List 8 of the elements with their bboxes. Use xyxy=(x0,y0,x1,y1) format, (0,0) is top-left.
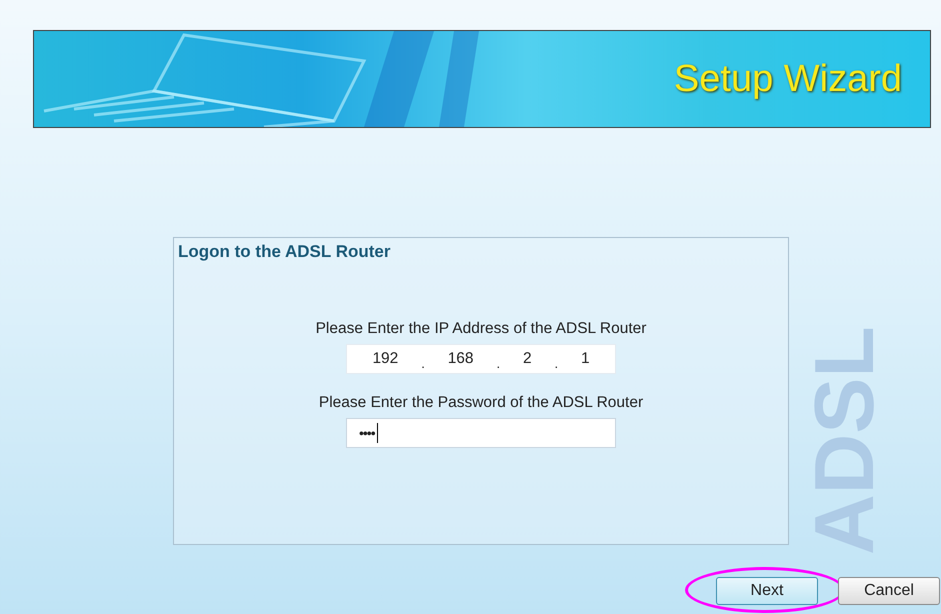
ip-address-field[interactable]: 192 . 168 . 2 . 1 xyxy=(346,344,616,374)
banner-title: Setup Wizard xyxy=(674,58,902,100)
password-field[interactable]: •••• xyxy=(346,418,616,448)
field-label: Please Enter the IP Address of the ADSL Router xyxy=(316,320,646,338)
panel-title: Logon to the ADSL Router xyxy=(177,241,392,262)
dialog-button[interactable]: Cancel xyxy=(838,577,940,605)
dialog-button[interactable]: Next xyxy=(716,577,818,605)
field-label: Please Enter the Password of the ADSL Router xyxy=(318,394,644,412)
